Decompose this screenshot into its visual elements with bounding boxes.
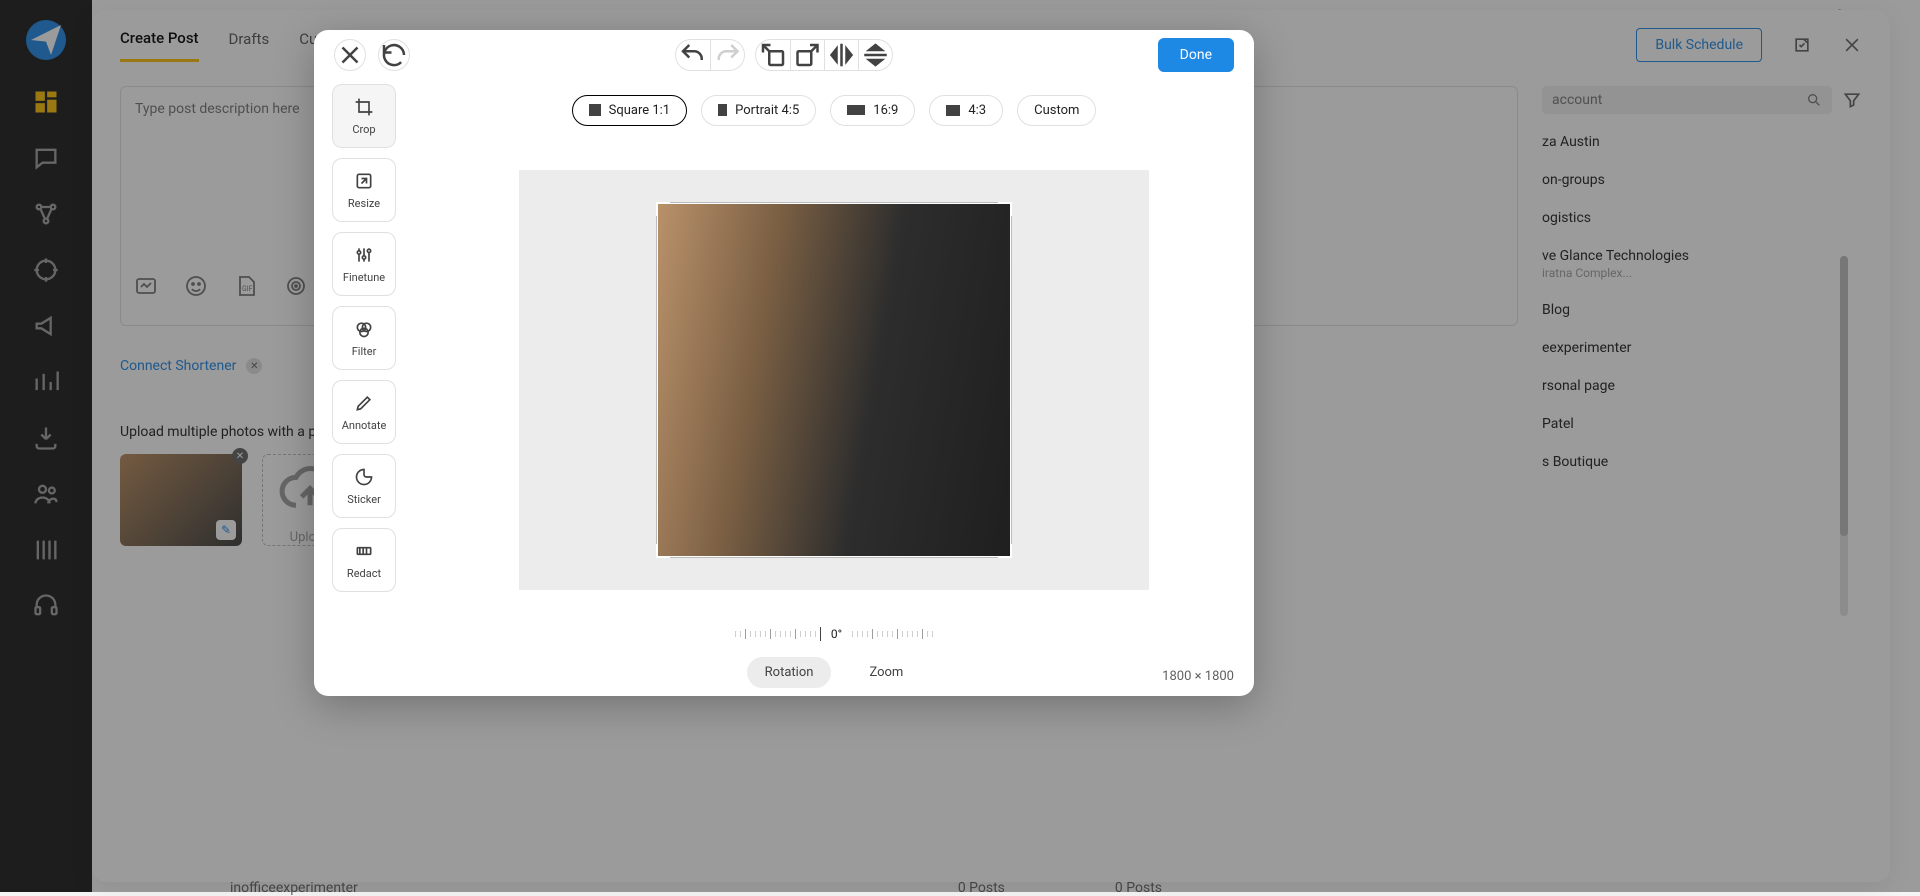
tool-label: Sticker (347, 493, 381, 506)
crop-handle-bl[interactable] (656, 544, 670, 558)
tool-redact[interactable]: Redact (332, 528, 396, 592)
editor-revert-icon[interactable] (378, 39, 410, 71)
tool-label: Crop (352, 123, 375, 136)
sticker-icon (354, 467, 374, 487)
crop-handle-tl[interactable] (656, 202, 670, 216)
resize-icon (354, 171, 374, 191)
tool-rail: Crop Resize Finetune Filter Annotate Sti… (314, 80, 414, 696)
flip-horizontal-icon[interactable] (824, 40, 858, 70)
tool-filter[interactable]: Filter (332, 306, 396, 370)
redact-icon (354, 541, 374, 561)
ratio-4-3[interactable]: 4:3 (929, 95, 1003, 126)
history-group (675, 39, 745, 71)
finetune-icon (354, 245, 374, 265)
rotate-right-icon[interactable] (790, 40, 824, 70)
tool-label: Finetune (343, 271, 385, 284)
rotation-degree-label: 0° (831, 627, 842, 641)
transform-group (755, 39, 893, 71)
ratio-square[interactable]: Square 1:1 (572, 95, 688, 126)
filter-tool-icon (354, 319, 374, 339)
crop-icon (354, 97, 374, 117)
crop-frame[interactable] (657, 203, 1011, 557)
editor-bottom-bar: Rotation Zoom 1800 × 1800 (414, 648, 1254, 696)
flip-vertical-icon[interactable] (858, 40, 892, 70)
done-button[interactable]: Done (1158, 38, 1234, 72)
mode-zoom[interactable]: Zoom (851, 657, 921, 688)
mode-rotation[interactable]: Rotation (747, 657, 832, 688)
tool-resize[interactable]: Resize (332, 158, 396, 222)
tool-label: Annotate (342, 419, 387, 432)
tool-label: Redact (347, 567, 381, 580)
tool-label: Filter (352, 345, 377, 358)
tool-finetune[interactable]: Finetune (332, 232, 396, 296)
editor-close-icon[interactable] (334, 39, 366, 71)
image-editor-modal: Done Crop Resize Finetune Filter Annotat (314, 30, 1254, 696)
tool-label: Resize (348, 197, 380, 210)
aspect-ratio-bar: Square 1:1 Portrait 4:5 16:9 4:3 Custom (414, 80, 1254, 140)
ratio-16-9[interactable]: 16:9 (830, 95, 915, 126)
annotate-icon (354, 393, 374, 413)
canvas-backplate (519, 170, 1149, 590)
undo-icon[interactable] (676, 40, 710, 70)
tool-sticker[interactable]: Sticker (332, 454, 396, 518)
redo-icon (710, 40, 744, 70)
tool-annotate[interactable]: Annotate (332, 380, 396, 444)
image-dimensions: 1800 × 1800 (1162, 669, 1234, 684)
editor-toolbar: Done (314, 30, 1254, 80)
rotate-left-icon[interactable] (756, 40, 790, 70)
ratio-custom[interactable]: Custom (1017, 95, 1096, 126)
rotation-scale[interactable]: 0° (414, 620, 1254, 648)
tool-crop[interactable]: Crop (332, 84, 396, 148)
ratio-portrait[interactable]: Portrait 4:5 (701, 95, 816, 126)
crop-handle-tr[interactable] (998, 202, 1012, 216)
crop-handle-br[interactable] (998, 544, 1012, 558)
